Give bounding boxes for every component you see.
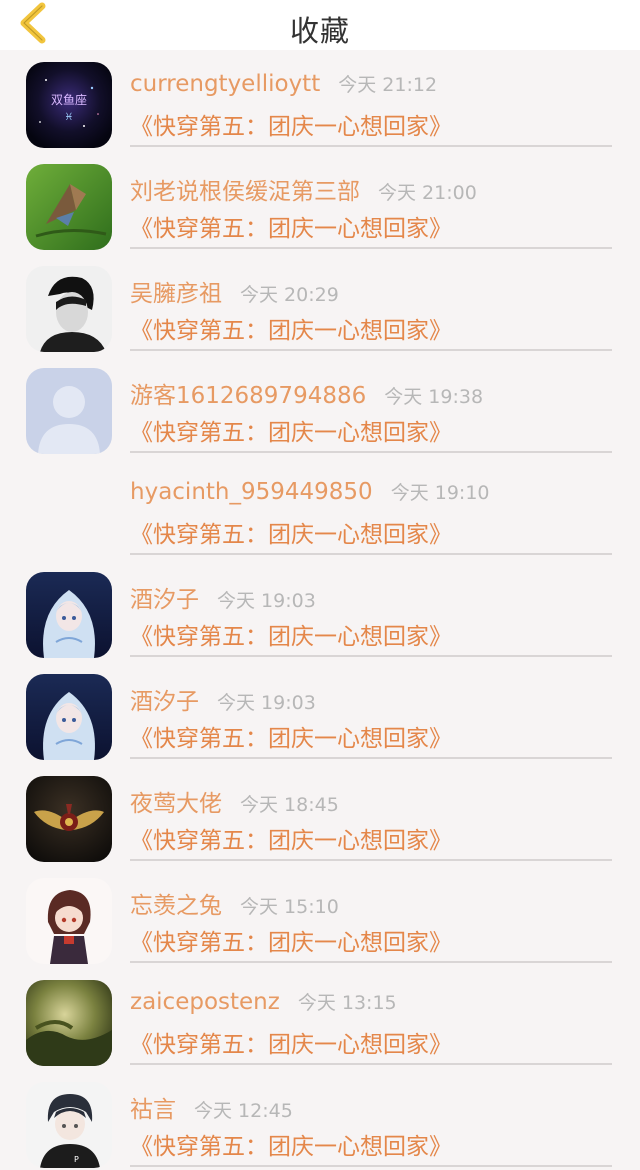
list-item[interactable]: 酒汐子 今天 19:03 《快穿第五：团庆一心想回家》 xyxy=(0,564,640,666)
svg-text:P: P xyxy=(74,1155,79,1164)
timestamp: 今天 21:12 xyxy=(338,74,438,96)
anime-boy-avatar[interactable]: P xyxy=(26,1082,112,1168)
timestamp: 今天 18:45 xyxy=(240,794,339,816)
user-name[interactable]: 酒汐子 xyxy=(130,682,199,716)
default-user-avatar[interactable] xyxy=(26,368,112,454)
book-title[interactable]: 《快穿第五：团庆一心想回家》 xyxy=(130,515,452,549)
user-name[interactable]: 忘羡之兔 xyxy=(130,886,222,920)
pisces-galaxy-avatar[interactable]: 双鱼座 ♓ xyxy=(26,62,112,148)
timestamp: 今天 13:15 xyxy=(297,992,397,1014)
divider xyxy=(130,349,612,351)
butterfly-avatar[interactable] xyxy=(26,164,112,250)
user-name[interactable]: 游客1612689794886 xyxy=(130,376,366,410)
user-name[interactable]: currengtyellioytt xyxy=(130,71,320,97)
timestamp: 今天 19:03 xyxy=(217,692,316,714)
avatar-text: 双鱼座 xyxy=(51,92,87,107)
page-title: 收藏 xyxy=(289,14,350,48)
user-name[interactable]: 酒汐子 xyxy=(130,580,199,614)
divider xyxy=(130,859,612,861)
book-title[interactable]: 《快穿第五：团庆一心想回家》 xyxy=(130,413,452,447)
divider xyxy=(130,451,612,453)
top-bar: 收藏 xyxy=(0,0,640,50)
portrait-man-avatar[interactable] xyxy=(26,266,112,352)
list-item[interactable]: hyacinth_959449850 今天 19:10 《快穿第五：团庆一心想回… xyxy=(0,462,640,564)
user-name[interactable]: hyacinth_959449850 xyxy=(130,479,373,505)
divider xyxy=(130,247,612,249)
chibi-character-avatar[interactable] xyxy=(26,878,112,964)
list-item[interactable]: 酒汐子 今天 19:03 《快穿第五：团庆一心想回家》 xyxy=(0,666,640,768)
svg-text:♓: ♓ xyxy=(65,112,74,123)
list-item[interactable]: 刘老说根侯缓浞第三部 今天 21:00 《快穿第五：团庆一心想回家》 xyxy=(0,156,640,258)
timestamp: 今天 19:38 xyxy=(384,386,484,408)
user-name[interactable]: 夜莺大佬 xyxy=(130,784,222,818)
divider xyxy=(130,1165,612,1167)
user-name[interactable]: 祜言 xyxy=(130,1090,176,1124)
anime-girl-avatar[interactable] xyxy=(26,572,112,658)
list-item[interactable]: 忘羡之兔 今天 15:10 《快穿第五：团庆一心想回家》 xyxy=(0,870,640,972)
timestamp: 今天 20:29 xyxy=(240,284,339,306)
list-item[interactable]: 吴臃彦祖 今天 20:29 《快穿第五：团庆一心想回家》 xyxy=(0,258,640,360)
winged-emblem-avatar[interactable] xyxy=(26,776,112,862)
book-title[interactable]: 《快穿第五：团庆一心想回家》 xyxy=(130,1127,452,1161)
divider xyxy=(130,961,612,963)
favorites-list[interactable]: 双鱼座 ♓ currengtyellioytt 今天 21:12 《快穿第五：团… xyxy=(0,50,640,1170)
divider xyxy=(130,655,612,657)
book-title[interactable]: 《快穿第五：团庆一心想回家》 xyxy=(130,107,452,141)
book-title[interactable]: 《快穿第五：团庆一心想回家》 xyxy=(130,617,452,651)
timestamp: 今天 12:45 xyxy=(194,1100,293,1122)
divider xyxy=(130,553,612,555)
user-name[interactable]: 刘老说根侯缓浞第三部 xyxy=(130,172,360,206)
timestamp: 今天 21:00 xyxy=(378,182,477,204)
divider xyxy=(130,1063,612,1065)
book-title[interactable]: 《快穿第五：团庆一心想回家》 xyxy=(130,1025,452,1059)
timestamp: 今天 15:10 xyxy=(240,896,339,918)
timestamp: 今天 19:03 xyxy=(217,590,316,612)
list-item[interactable]: 游客1612689794886 今天 19:38 《快穿第五：团庆一心想回家》 xyxy=(0,360,640,462)
divider xyxy=(130,757,612,759)
misty-landscape-avatar[interactable] xyxy=(26,980,112,1066)
book-title[interactable]: 《快穿第五：团庆一心想回家》 xyxy=(130,923,452,957)
timestamp: 今天 19:10 xyxy=(390,482,490,504)
book-title[interactable]: 《快穿第五：团庆一心想回家》 xyxy=(130,311,452,345)
user-name[interactable]: 吴臃彦祖 xyxy=(130,274,222,308)
book-title[interactable]: 《快穿第五：团庆一心想回家》 xyxy=(130,719,452,753)
divider xyxy=(130,145,612,147)
book-title[interactable]: 《快穿第五：团庆一心想回家》 xyxy=(130,821,452,855)
user-name[interactable]: zaicepostenz xyxy=(130,989,280,1015)
list-item[interactable]: 夜莺大佬 今天 18:45 《快穿第五：团庆一心想回家》 xyxy=(0,768,640,870)
list-item[interactable]: P 祜言 今天 12:45 《快穿第五：团庆一心想回家》 xyxy=(0,1074,640,1170)
list-item[interactable]: 双鱼座 ♓ currengtyellioytt 今天 21:12 《快穿第五：团… xyxy=(0,54,640,156)
book-title[interactable]: 《快穿第五：团庆一心想回家》 xyxy=(130,209,452,243)
anime-girl-avatar[interactable] xyxy=(26,674,112,760)
list-item[interactable]: zaicepostenz 今天 13:15 《快穿第五：团庆一心想回家》 xyxy=(0,972,640,1074)
